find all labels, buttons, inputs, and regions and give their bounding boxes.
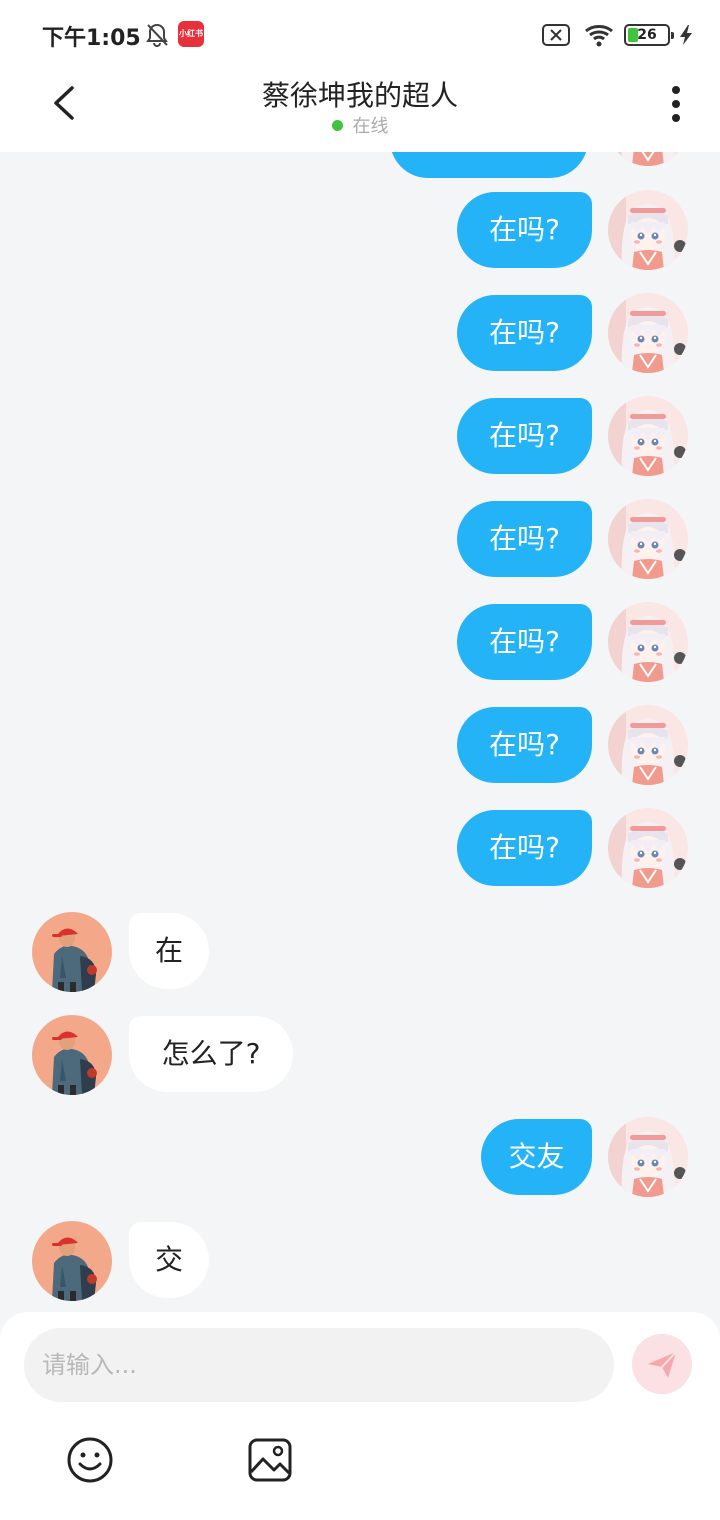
emoji-icon[interactable]: [66, 1436, 114, 1484]
message-input[interactable]: [24, 1328, 614, 1402]
message-bubble-sent[interactable]: [390, 152, 588, 178]
chat-header: 蔡徐坤我的超人 在线: [0, 68, 720, 152]
message-bubble-received[interactable]: 怎么了?: [129, 1016, 293, 1092]
my-avatar[interactable]: [608, 190, 688, 270]
online-status: 在线: [0, 112, 720, 138]
battery-icon: 26: [624, 24, 674, 46]
message-bubble-sent[interactable]: 在吗?: [457, 707, 592, 783]
message-bubble-sent[interactable]: 在吗?: [457, 398, 592, 474]
battery-level: 26: [637, 27, 657, 43]
app-badge-icon: 小红书: [178, 21, 204, 47]
online-status-label: 在线: [352, 116, 389, 137]
contact-avatar[interactable]: [32, 1015, 112, 1095]
message-list[interactable]: 在吗? 在吗? 在吗? 在吗? 在吗? 在吗? 在吗? 在 怎么了? 交友 交: [0, 152, 720, 1312]
message-bubble-sent[interactable]: 在吗?: [457, 604, 592, 680]
charging-bolt-icon: [680, 25, 692, 45]
sim-x-icon: [542, 24, 570, 46]
my-avatar[interactable]: [608, 602, 688, 682]
wifi-icon: [585, 25, 613, 47]
message-bubble-sent[interactable]: 交友: [481, 1119, 592, 1195]
send-icon[interactable]: [632, 1334, 692, 1394]
message-bubble-sent[interactable]: 在吗?: [457, 810, 592, 886]
contact-avatar[interactable]: [32, 1221, 112, 1301]
my-avatar[interactable]: [608, 1117, 688, 1197]
online-dot-icon: [331, 120, 343, 131]
my-avatar[interactable]: [608, 808, 688, 888]
contact-avatar[interactable]: [32, 912, 112, 992]
message-bubble-received[interactable]: 交: [129, 1222, 209, 1298]
my-avatar[interactable]: [608, 396, 688, 476]
image-icon[interactable]: [246, 1436, 294, 1484]
message-bubble-sent[interactable]: 在吗?: [457, 192, 592, 268]
message-bubble-sent[interactable]: 在吗?: [457, 295, 592, 371]
message-bubble-sent[interactable]: 在吗?: [457, 501, 592, 577]
message-bubble-received[interactable]: 在: [129, 913, 209, 989]
more-vertical-icon[interactable]: [664, 84, 688, 124]
bell-off-icon: [146, 23, 168, 48]
chat-title: 蔡徐坤我的超人: [261, 79, 458, 112]
my-avatar[interactable]: [608, 499, 688, 579]
my-avatar[interactable]: [608, 293, 688, 373]
status-time: 下午1:05: [42, 26, 141, 51]
my-avatar[interactable]: [608, 705, 688, 785]
status-bar: 下午1:05 小红书 26: [0, 0, 720, 68]
input-bar: [0, 1312, 720, 1520]
my-avatar[interactable]: [608, 152, 688, 166]
